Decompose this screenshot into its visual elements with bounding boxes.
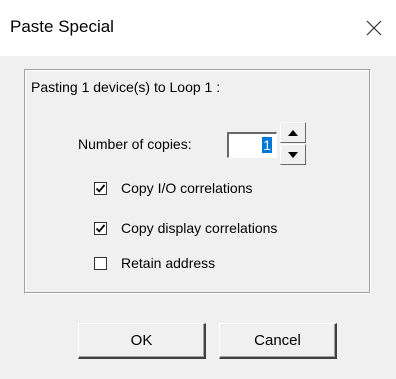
close-button[interactable] [352,6,396,50]
copy-io-correlations-label: Copy I/O correlations [121,180,253,196]
retain-address-option[interactable]: Retain address [94,253,215,273]
cancel-button[interactable]: Cancel [219,323,337,359]
number-of-copies-input[interactable]: 1 [227,132,277,158]
copy-display-correlations-checkbox[interactable] [94,221,107,235]
copies-value: 1 [262,137,272,153]
triangle-up-icon [288,129,298,136]
copy-display-correlations-label: Copy display correlations [121,220,278,236]
pasting-description: Pasting 1 device(s) to Loop 1 : [31,79,221,95]
copy-io-correlations-checkbox[interactable] [94,181,107,195]
number-of-copies-label: Number of copies: [78,136,192,152]
paste-special-dialog: Paste Special Pasting 1 device(s) to Loo… [0,0,396,379]
checkmark-icon [95,223,106,233]
checkmark-icon [95,183,106,193]
dialog-title: Paste Special [10,17,114,36]
copies-spinner [280,122,306,166]
retain-address-label: Retain address [121,255,216,271]
close-icon [366,20,382,36]
retain-address-checkbox[interactable] [94,256,107,270]
copy-display-correlations-option[interactable]: Copy display correlations [94,218,277,238]
copy-io-correlations-option[interactable]: Copy I/O correlations [94,178,253,198]
triangle-down-icon [288,151,298,158]
title-bar: Paste Special [0,0,396,56]
spin-up-button[interactable] [280,122,306,143]
spin-down-button[interactable] [280,144,306,165]
ok-button[interactable]: OK [78,323,206,359]
